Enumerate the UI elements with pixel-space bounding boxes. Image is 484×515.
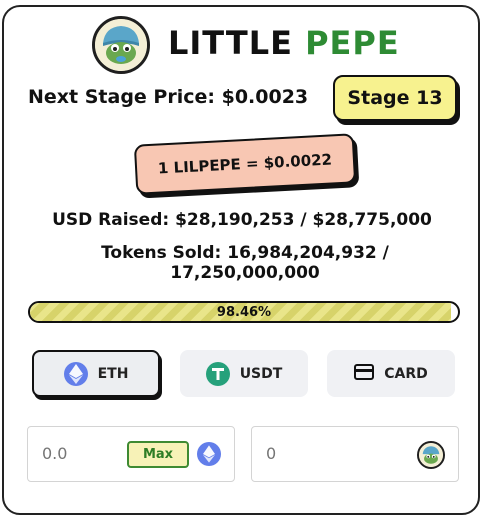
pay-usdt-label: USDT: [239, 365, 283, 382]
header: LITTLE PEPE: [0, 16, 484, 76]
pay-card-label: CARD: [384, 365, 428, 382]
pay-eth-label: ETH: [97, 365, 129, 382]
pay-eth-button[interactable]: ETH: [32, 350, 160, 397]
title-part-little: LITTLE: [168, 24, 293, 62]
usdt-icon: [205, 361, 230, 386]
pepe-logo-icon: [92, 16, 150, 74]
tokens-sold: Tokens Sold: 16,984,204,932 / 17,250,000…: [101, 243, 389, 283]
usd-raised: USD Raised: $28,190,253 / $28,775,000: [52, 210, 432, 230]
stage-badge: Stage 13: [333, 75, 457, 121]
receive-amount-input[interactable]: [264, 443, 348, 464]
presale-progress-bar: 98.46%: [28, 301, 460, 323]
pay-amount-input[interactable]: [40, 443, 124, 464]
pepe-token-icon: [417, 441, 445, 469]
pay-amount-box: Max: [27, 426, 235, 482]
pay-usdt-button[interactable]: USDT: [180, 350, 308, 397]
eth-icon: [197, 442, 221, 466]
max-button[interactable]: Max: [127, 441, 189, 468]
next-stage-price: Next Stage Price: $0.0023: [28, 86, 309, 108]
progress-label: 98.46%: [216, 304, 272, 320]
eth-icon: [63, 361, 88, 386]
card-icon: [354, 363, 375, 384]
app-title: LITTLE PEPE: [168, 24, 400, 62]
title-part-pepe: PEPE: [305, 24, 400, 62]
pay-card-button[interactable]: CARD: [327, 350, 455, 397]
receive-amount-box: [251, 426, 459, 482]
